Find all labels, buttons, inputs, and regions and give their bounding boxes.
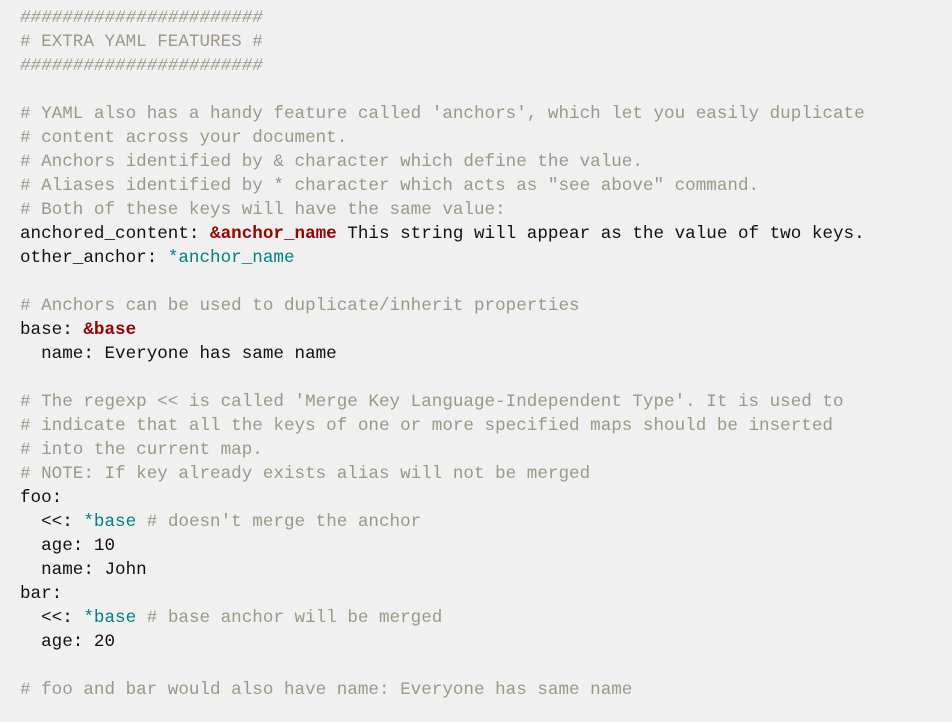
code-line: <<: *base # base anchor will be merged xyxy=(20,606,865,630)
comment: # Anchors can be used to duplicate/inher… xyxy=(20,296,580,316)
yaml-plain: age: 20 xyxy=(20,632,116,652)
comment: # EXTRA YAML FEATURES # xyxy=(20,32,263,52)
comment: # NOTE: If key already exists alias will… xyxy=(20,464,591,484)
code-line: ####################### xyxy=(20,6,865,30)
code-line: # into the current map. xyxy=(20,438,865,462)
comment: # indicate that all the keys of one or m… xyxy=(20,416,833,436)
yaml-plain: name: Everyone has same name xyxy=(20,344,337,364)
code-line: base: &base xyxy=(20,318,865,342)
yaml-key: anchored_content: xyxy=(20,224,211,244)
code-line: # Aliases identified by * character whic… xyxy=(20,174,865,198)
code-line: anchored_content: &anchor_name This stri… xyxy=(20,222,865,246)
code-line: name: John xyxy=(20,558,865,582)
code-line: ####################### xyxy=(20,54,865,78)
code-line: # YAML also has a handy feature called '… xyxy=(20,102,865,126)
yaml-plain: name: John xyxy=(20,560,147,580)
yaml-key: <<: xyxy=(20,608,84,628)
yaml-key: base: xyxy=(20,320,84,340)
yaml-key: <<: xyxy=(20,512,84,532)
yaml-alias: *anchor_name xyxy=(167,248,295,268)
code-line: # indicate that all the keys of one or m… xyxy=(20,414,865,438)
yaml-value: This string will appear as the value of … xyxy=(336,224,865,244)
code-line: bar: xyxy=(20,582,865,606)
code-line: # NOTE: If key already exists alias will… xyxy=(20,462,865,486)
code-line: # The regexp << is called 'Merge Key Lan… xyxy=(20,390,865,414)
code-line: # content across your document. xyxy=(20,126,865,150)
comment: # YAML also has a handy feature called '… xyxy=(20,104,865,124)
yaml-code-block: ####################### # EXTRA YAML FEAT… xyxy=(20,6,865,702)
code-line: # foo and bar would also have name: Ever… xyxy=(20,678,865,702)
comment: ####################### xyxy=(20,56,263,76)
yaml-alias: *base xyxy=(83,512,137,532)
code-line: foo: xyxy=(20,486,865,510)
comment: # base anchor will be merged xyxy=(136,608,443,628)
comment: # The regexp << is called 'Merge Key Lan… xyxy=(20,392,844,412)
comment: # Aliases identified by * character whic… xyxy=(20,176,760,196)
comment: # foo and bar would also have name: Ever… xyxy=(20,680,633,700)
yaml-key: other_anchor: xyxy=(20,248,168,268)
yaml-plain: foo: xyxy=(20,488,63,508)
code-line: age: 10 xyxy=(20,534,865,558)
code-line: other_anchor: *anchor_name xyxy=(20,246,865,270)
yaml-anchor: &anchor_name xyxy=(210,224,337,244)
comment: # into the current map. xyxy=(20,440,263,460)
code-line: # Both of these keys will have the same … xyxy=(20,198,865,222)
comment: ####################### xyxy=(20,8,263,28)
comment: # Both of these keys will have the same … xyxy=(20,200,506,220)
code-line: # Anchors identified by & character whic… xyxy=(20,150,865,174)
yaml-anchor: &base xyxy=(83,320,137,340)
code-line: age: 20 xyxy=(20,630,865,654)
comment: # Anchors identified by & character whic… xyxy=(20,152,643,172)
code-line: name: Everyone has same name xyxy=(20,342,865,366)
yaml-alias: *base xyxy=(83,608,137,628)
comment: # doesn't merge the anchor xyxy=(136,512,422,532)
yaml-plain: bar: xyxy=(20,584,63,604)
code-line: # EXTRA YAML FEATURES # xyxy=(20,30,865,54)
comment: # content across your document. xyxy=(20,128,348,148)
code-line: # Anchors can be used to duplicate/inher… xyxy=(20,294,865,318)
yaml-plain: age: 10 xyxy=(20,536,116,556)
code-line: <<: *base # doesn't merge the anchor xyxy=(20,510,865,534)
